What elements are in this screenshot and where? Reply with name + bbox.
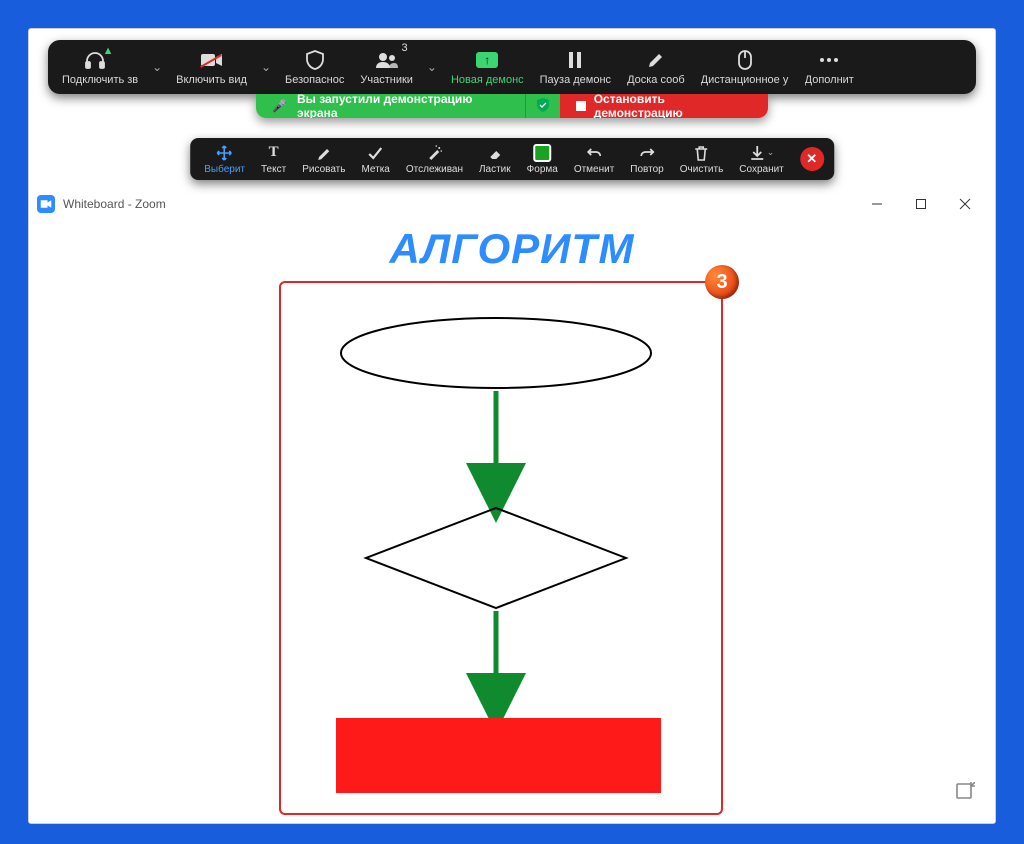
more-button[interactable]: Дополнит bbox=[797, 40, 862, 94]
flowchart-decision-shape bbox=[366, 508, 626, 608]
format-color-icon bbox=[533, 144, 551, 162]
join-audio-button[interactable]: ▲ Подключить зв bbox=[54, 40, 146, 94]
close-icon: ✕ bbox=[806, 151, 817, 167]
trash-icon bbox=[695, 144, 709, 162]
pause-icon bbox=[567, 49, 583, 71]
anno-format-tool[interactable]: Форма bbox=[519, 138, 566, 180]
selection-frame: 3 bbox=[279, 281, 723, 815]
chevron-down-icon: ⌄ bbox=[427, 61, 437, 73]
shield-icon bbox=[306, 49, 324, 71]
shield-check-icon bbox=[536, 98, 550, 115]
zoom-meeting-toolbar: ▲ Подключить зв ⌄ Включить вид ⌄ Безопас… bbox=[48, 40, 976, 94]
pencil-icon bbox=[647, 49, 665, 71]
video-off-icon bbox=[201, 49, 223, 71]
close-annotation-toolbar-button[interactable]: ✕ bbox=[800, 147, 824, 171]
new-share-button[interactable]: ↑ Новая демонс bbox=[443, 40, 532, 94]
chevron-down-icon: ⌄ bbox=[767, 147, 775, 158]
share-encryption-button[interactable] bbox=[525, 94, 560, 118]
text-icon: T bbox=[269, 144, 279, 162]
anno-redo-button[interactable]: Повтор bbox=[622, 138, 671, 180]
audio-options-dropdown[interactable]: ⌄ bbox=[146, 40, 168, 94]
maximize-button[interactable] bbox=[899, 189, 943, 219]
participants-count: 3 bbox=[402, 43, 408, 54]
chevron-down-icon: ⌄ bbox=[261, 61, 271, 73]
participants-button[interactable]: 3 Участники bbox=[352, 40, 421, 94]
wand-icon bbox=[426, 144, 442, 162]
anno-stamp-tool[interactable]: Метка bbox=[353, 138, 397, 180]
pause-share-button[interactable]: Пауза демонс bbox=[532, 40, 619, 94]
flowchart-terminator-shape bbox=[341, 318, 651, 388]
share-screen-up-icon: ↑ bbox=[476, 49, 498, 71]
pencil-draw-icon bbox=[316, 144, 332, 162]
anno-draw-tool[interactable]: Рисовать bbox=[294, 138, 353, 180]
participants-options-dropdown[interactable]: ⌄ bbox=[421, 40, 443, 94]
close-window-button[interactable] bbox=[943, 189, 987, 219]
anno-text-tool[interactable]: T Текст bbox=[253, 138, 294, 180]
redo-icon bbox=[639, 144, 655, 162]
annotation-toolbar: Выберит T Текст Рисовать Метка Отслежива… bbox=[190, 138, 834, 180]
anno-undo-button[interactable]: Отменит bbox=[566, 138, 622, 180]
checkmark-icon bbox=[368, 144, 384, 162]
stop-share-button[interactable]: Остановить демонстрацию bbox=[560, 94, 768, 118]
participants-icon: 3 bbox=[376, 49, 398, 71]
microphone-icon: 🎤 bbox=[272, 99, 287, 113]
zoom-logo-icon bbox=[37, 195, 55, 213]
undo-icon bbox=[586, 144, 602, 162]
anno-select-tool[interactable]: Выберит bbox=[196, 138, 253, 180]
mouse-icon bbox=[738, 49, 752, 71]
window-title: Whiteboard - Zoom bbox=[63, 197, 166, 211]
share-status-banner: 🎤 Вы запустили демонстрацию экрана Остан… bbox=[256, 94, 768, 118]
canvas-save-icon[interactable] bbox=[955, 782, 975, 807]
chevron-down-icon: ⌄ bbox=[152, 61, 162, 73]
whiteboard-titlebar[interactable]: Whiteboard - Zoom bbox=[29, 189, 995, 220]
desktop-background: Whiteboard - Zoom АЛГОРИТМ bbox=[0, 0, 1024, 844]
headphones-up-icon: ▲ bbox=[84, 49, 117, 71]
stop-icon bbox=[576, 101, 586, 111]
eraser-icon bbox=[487, 144, 503, 162]
flowchart-process-shape bbox=[336, 718, 661, 793]
more-icon bbox=[819, 49, 839, 71]
whiteboard-heading: АЛГОРИТМ bbox=[390, 225, 635, 273]
video-options-dropdown[interactable]: ⌄ bbox=[255, 40, 277, 94]
annotate-button[interactable]: Доска сооб bbox=[619, 40, 693, 94]
anno-eraser-tool[interactable]: Ластик bbox=[471, 138, 519, 180]
minimize-button[interactable] bbox=[855, 189, 899, 219]
download-icon: ⌄ bbox=[749, 144, 775, 162]
share-status-text: 🎤 Вы запустили демонстрацию экрана bbox=[256, 94, 525, 118]
security-button[interactable]: Безопаснос bbox=[277, 40, 352, 94]
anno-spotlight-tool[interactable]: Отслеживан bbox=[398, 138, 471, 180]
anno-clear-button[interactable]: Очистить bbox=[672, 138, 732, 180]
move-icon bbox=[217, 144, 233, 162]
whiteboard-canvas[interactable]: АЛГОРИТМ 3 bbox=[29, 219, 995, 823]
flowchart-svg bbox=[281, 283, 721, 813]
start-video-button[interactable]: Включить вид bbox=[168, 40, 255, 94]
whiteboard-window: Whiteboard - Zoom АЛГОРИТМ bbox=[29, 189, 995, 823]
anno-save-button[interactable]: ⌄ Сохранит bbox=[731, 138, 791, 180]
remote-control-button[interactable]: Дистанционное уп bbox=[693, 40, 797, 94]
